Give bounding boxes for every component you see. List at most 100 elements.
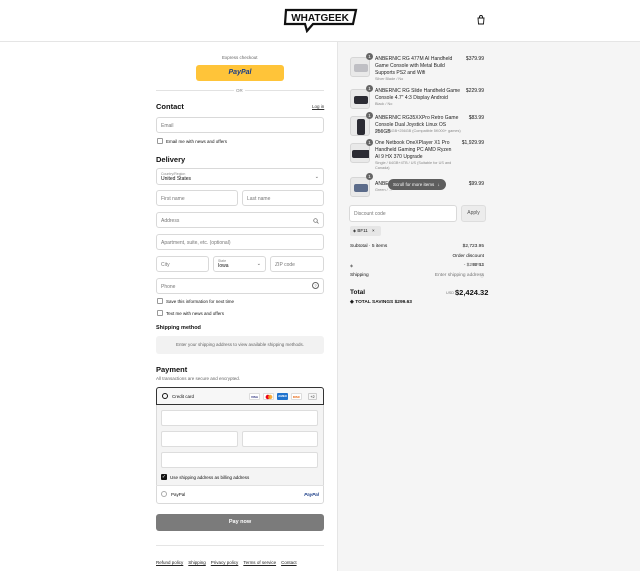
phone-field[interactable]: Phone ?	[156, 278, 324, 294]
paypal-logo-icon: PayPal	[304, 492, 319, 497]
paypal-option[interactable]: PayPal PayPal	[156, 485, 324, 504]
terms-of-service-link[interactable]: Terms of service	[243, 560, 276, 565]
expiration-field[interactable]	[161, 431, 238, 447]
quantity-badge: 1	[366, 53, 373, 60]
payment-subtitle: All transactions are secure and encrypte…	[156, 376, 241, 381]
first-name-field[interactable]: First name	[156, 190, 238, 206]
billing-checkbox[interactable]: ✓	[161, 474, 167, 480]
country-select[interactable]: Country/Region United States ⌄	[156, 168, 324, 185]
product-price: $1,929.99	[461, 140, 484, 146]
discount-amount: - $299.63	[463, 263, 484, 268]
billing-label: Use shipping address as billing address	[170, 475, 250, 480]
product-price: $379.99	[465, 56, 484, 62]
arrow-down-icon: ↓	[437, 182, 440, 187]
city-field[interactable]: City	[156, 256, 209, 272]
express-checkout-title: Express checkout	[222, 55, 258, 60]
savings-value: $299.63	[394, 300, 412, 305]
svg-text:WHATGEEK: WHATGEEK	[291, 13, 349, 24]
shipping-method-heading: Shipping method	[156, 325, 201, 331]
paypal-radio[interactable]	[161, 491, 167, 497]
header: WHATGEEK	[0, 0, 640, 42]
text-me-checkbox[interactable]	[157, 310, 163, 316]
discount-tag-code: BF11	[357, 228, 368, 233]
apartment-field[interactable]: Apartment, suite, etc. (optional)	[156, 234, 324, 250]
product-name: ANBERNIC RG 477M AI Handheld Game Consol…	[375, 56, 453, 76]
paypal-express-button[interactable]: PayPal	[196, 65, 284, 81]
apply-button[interactable]: Apply	[461, 205, 486, 222]
save-info-checkbox[interactable]	[157, 298, 163, 304]
product-variant: Silver Blade / No	[375, 77, 404, 81]
search-icon	[313, 218, 319, 224]
cart-item: 1 One Netbook OneXPlayer X1 Pro Handheld…	[350, 139, 484, 170]
quantity-badge: 1	[366, 173, 373, 180]
subtotal-row: Subtotal · 5 items $2,723.95	[350, 244, 484, 252]
discover-icon: DISC	[291, 393, 302, 400]
shipping-value: Enter shipping address	[434, 273, 484, 278]
security-code-field[interactable]	[242, 431, 318, 447]
cart-item: 1 ANBERNIC RG 477M AI Handheld Game Cons…	[350, 53, 484, 83]
visa-icon: VISA	[249, 393, 260, 400]
state-select[interactable]: State Iowa ⌄	[213, 256, 266, 272]
discount-code-row: ◈ BF11 - $299.63	[350, 263, 484, 271]
product-name: ANBERNIC RG Slide Handheld Game Console …	[375, 88, 461, 101]
help-icon[interactable]: ?	[312, 282, 319, 289]
save-info-label: Save this information for next time	[166, 299, 235, 304]
quantity-badge: 1	[366, 112, 373, 119]
login-link[interactable]: Log in	[312, 104, 324, 109]
cart-item: 1 ANBERNIC RG Slide Handheld Game Consol…	[350, 85, 484, 115]
discount-tag: ◈ BF11 ×	[350, 226, 381, 236]
contact-link[interactable]: Contact	[281, 560, 297, 565]
discount-code-field[interactable]: Discount code	[349, 205, 457, 222]
last-name-field[interactable]: Last name	[242, 190, 324, 206]
shipping-policy-link[interactable]: Shipping	[188, 560, 206, 565]
refund-policy-link[interactable]: Refund policy	[156, 560, 183, 565]
scroll-more-pill[interactable]: Scroll for more items ↓	[388, 179, 446, 190]
privacy-policy-link[interactable]: Privacy policy	[211, 560, 239, 565]
currency-label: USD	[446, 291, 455, 295]
product-name: One Netbook OneXPlayer X1 Pro Handheld G…	[375, 140, 452, 160]
card-number-field[interactable]	[161, 410, 318, 426]
contact-heading: Contact	[156, 102, 184, 111]
product-thumbnail	[350, 177, 370, 197]
pay-now-button[interactable]: Pay now	[156, 514, 324, 531]
text-me-label: Text me with news and offers	[166, 311, 224, 316]
address-field[interactable]: Address	[156, 212, 324, 228]
product-variant: Single / 64GB+4TB / US (Suitable for US …	[375, 161, 452, 170]
order-discount-row: Order discount	[350, 254, 484, 262]
product-thumbnail	[350, 116, 370, 136]
paypal-label: PayPal	[171, 492, 186, 497]
shipping-notice: Enter your shipping address to view avai…	[156, 336, 324, 354]
name-on-card-field[interactable]	[161, 452, 318, 468]
cart-item: 1 ANBERNIC RG35XXPro Retro Game Console …	[350, 112, 484, 142]
credit-card-radio[interactable]	[162, 393, 168, 399]
or-divider-label: OR	[234, 88, 245, 93]
savings-label: TOTAL SAVINGS	[355, 300, 394, 305]
total-savings-row: ◈ TOTAL SAVINGS $299.63	[350, 299, 412, 305]
address-placeholder: Address	[161, 218, 180, 224]
tag-icon: ◈	[350, 263, 354, 268]
credit-card-label: Credit card	[172, 394, 195, 399]
payment-heading: Payment	[156, 365, 188, 374]
email-news-checkbox[interactable]	[157, 138, 163, 144]
product-thumbnail	[350, 57, 370, 77]
email-field[interactable]: Email	[156, 117, 324, 133]
chevron-down-icon: ⌄	[314, 174, 319, 180]
product-thumbnail	[350, 89, 370, 109]
subtotal-label: Subtotal · 5 items	[350, 244, 388, 249]
credit-card-option[interactable]: Credit card VISA AMEX DISC +2	[156, 387, 324, 405]
product-variant: Black / No	[375, 102, 393, 106]
product-price: $229.99	[465, 88, 484, 94]
zip-field[interactable]: ZIP code	[270, 256, 324, 272]
country-value: United States	[161, 176, 192, 182]
email-news-label: Email me with news and offers	[166, 139, 227, 144]
shipping-label: Shipping ⓘ	[350, 273, 484, 278]
delivery-heading: Delivery	[156, 155, 186, 164]
total-value: $2,424.32	[455, 288, 489, 297]
order-discount-label: Order discount	[452, 254, 484, 259]
remove-discount-icon[interactable]: ×	[372, 228, 375, 233]
footer-links: Refund policy Shipping Privacy policy Terms…	[156, 551, 302, 569]
more-cards-badge: +2	[308, 393, 317, 400]
cart-icon[interactable]	[476, 15, 486, 25]
brand-logo[interactable]: WHATGEEK	[283, 7, 359, 33]
tag-icon: ◈	[353, 228, 357, 233]
